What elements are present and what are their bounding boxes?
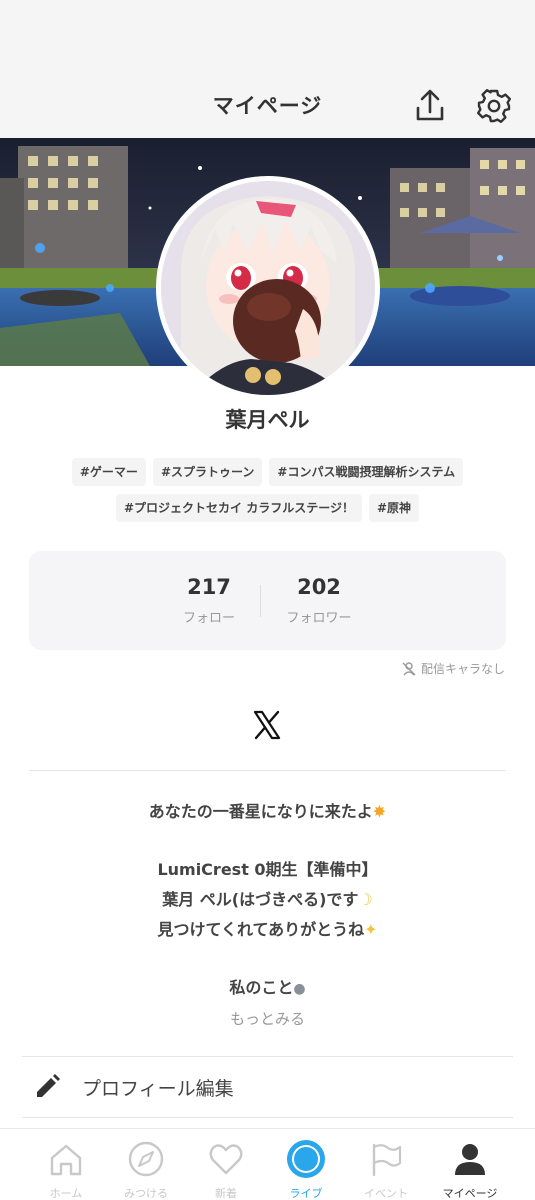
follower-label: フォロワー: [286, 611, 352, 626]
tag-gamer[interactable]: #ゲーマー: [71, 458, 146, 486]
follow-count: 217: [187, 575, 231, 599]
bio-text-2: LumiCrest 0期生【準備中】: [157, 860, 378, 879]
tag-genshin[interactable]: #原神: [368, 494, 420, 522]
compass-icon: [128, 1141, 164, 1177]
divider: [29, 770, 506, 771]
star-icon: ✸: [372, 802, 387, 821]
tab-mypage[interactable]: マイページ: [430, 1139, 510, 1200]
bio-text-5: 私のこと: [229, 978, 294, 997]
edit-profile-button[interactable]: プロフィール編集: [22, 1056, 513, 1118]
tab-live-label: ライブ: [289, 1187, 323, 1200]
bio-text-3: 葉月 ペル(はづきぺる)です: [162, 890, 359, 909]
live-icon: [287, 1140, 325, 1178]
tag-row-1: #ゲーマー #スプラトゥーン #コンパス戦闘摂理解析システム: [0, 458, 535, 486]
tab-home-label: ホーム: [49, 1187, 83, 1200]
share-button[interactable]: [410, 86, 450, 126]
sparkle-icon: ✦: [364, 920, 378, 939]
rabbit-icon: ●: [293, 981, 306, 997]
tab-home[interactable]: ホーム: [26, 1139, 106, 1200]
avatar-image: [161, 181, 375, 395]
tag-splatoon[interactable]: #スプラトゥーン: [152, 458, 263, 486]
no-character-icon: [402, 661, 416, 675]
bio-line-5: 私のこと●: [0, 974, 535, 998]
app-header: マイページ: [0, 0, 535, 138]
follow-stat[interactable]: 217 フォロー: [149, 575, 269, 626]
follower-count: 202: [297, 575, 341, 599]
heart-icon: [209, 1144, 243, 1175]
moon-icon: ☽: [358, 890, 373, 909]
person-icon: [455, 1144, 485, 1175]
bio-line-4: 見つけてくれてありがとうね✦: [0, 916, 535, 940]
tab-event-label: イベント: [364, 1187, 408, 1200]
see-more-link[interactable]: もっとみる: [0, 1008, 535, 1029]
tab-new[interactable]: 新着: [186, 1139, 266, 1200]
bio-line-1: あなたの一番星になりに来たよ✸: [0, 798, 535, 822]
avatar[interactable]: [156, 176, 380, 400]
tab-discover[interactable]: みつける: [106, 1139, 186, 1200]
x-link[interactable]: [250, 708, 284, 742]
bio-line-3: 葉月 ペル(はづきぺる)です☽: [0, 886, 535, 910]
profile-name: 葉月ペル: [225, 408, 310, 432]
tab-new-label: 新着: [215, 1187, 237, 1200]
share-icon: [416, 89, 444, 121]
tab-mypage-label: マイページ: [442, 1187, 498, 1200]
settings-button[interactable]: [474, 86, 514, 126]
flag-icon: [372, 1143, 402, 1177]
follow-label: フォロー: [182, 611, 235, 626]
follow-stats: 217 フォロー 202 フォロワー: [29, 551, 506, 650]
edit-profile-label: プロフィール編集: [82, 1077, 234, 1100]
tag-row-2: #プロジェクトセカイ カラフルステージ！ #原神: [0, 494, 535, 522]
tag-compass[interactable]: #コンパス戦闘摂理解析システム: [269, 458, 464, 486]
bio-line-2: LumiCrest 0期生【準備中】: [0, 856, 535, 880]
tab-discover-label: みつける: [124, 1187, 168, 1200]
x-logo-icon: [253, 710, 281, 740]
home-icon: [50, 1144, 82, 1176]
follower-stat[interactable]: 202 フォロワー: [259, 575, 379, 626]
tab-event[interactable]: イベント: [346, 1139, 426, 1200]
tag-project-sekai[interactable]: #プロジェクトセカイ カラフルステージ！: [115, 494, 362, 522]
page-title: マイページ: [212, 94, 323, 118]
pencil-icon: [37, 1074, 60, 1097]
no-character-label: 配信キャラなし: [420, 662, 505, 676]
bio-text-1: あなたの一番星になりに来たよ: [148, 802, 373, 821]
bio-text-4: 見つけてくれてありがとうね: [157, 920, 365, 939]
gear-icon: [477, 89, 511, 123]
no-character-indicator: 配信キャラなし: [401, 660, 505, 677]
bottom-tab-bar: ホーム みつける 新着 ライブ イベント マイページ: [0, 1128, 535, 1200]
tab-live[interactable]: ライブ: [266, 1139, 346, 1200]
